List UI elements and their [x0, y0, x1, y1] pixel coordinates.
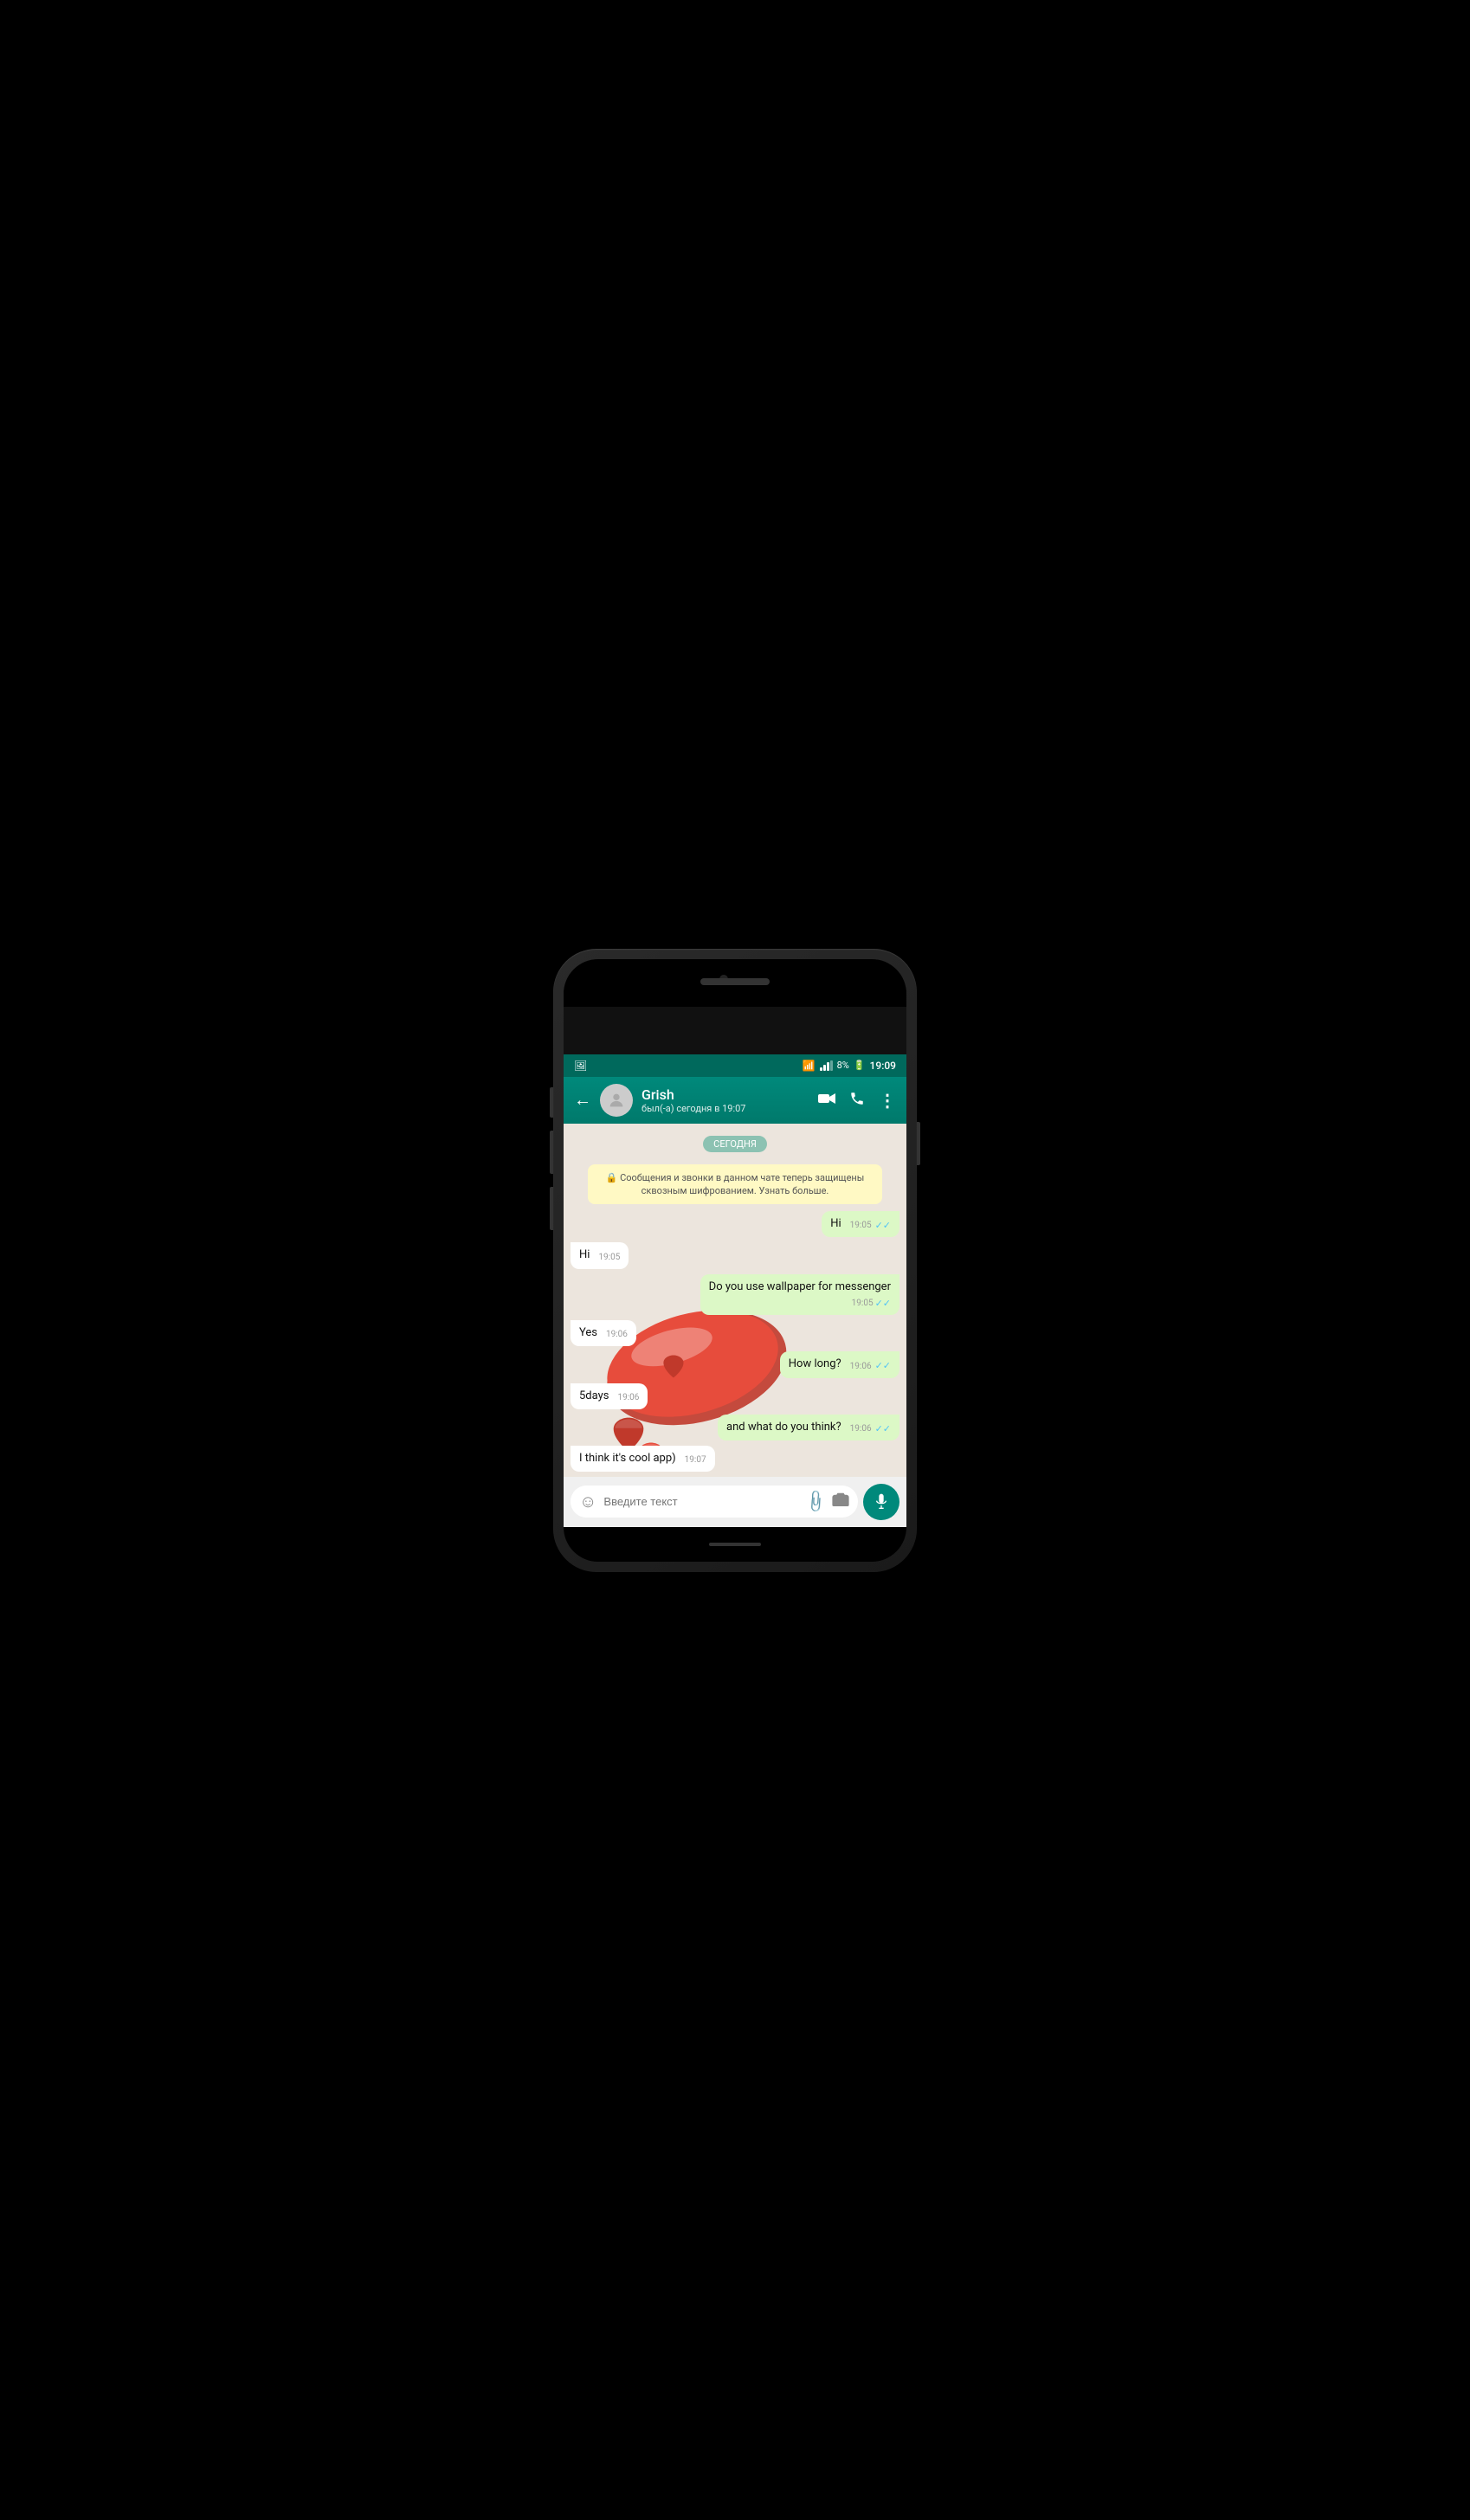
speaker-grille [700, 978, 770, 985]
status-right-area: 📶 8% 🔋 19:09 [803, 1060, 896, 1072]
message-row: and what do you think? 19:06 ✓✓ [571, 1415, 899, 1440]
message-input[interactable] [603, 1495, 798, 1508]
messages-container: СЕГОДНЯ 🔒 Сообщения и звонки в данном ча… [571, 1132, 899, 1474]
contact-avatar[interactable] [600, 1084, 633, 1117]
silent-button[interactable] [550, 1187, 553, 1230]
message-text: Yes [579, 1325, 597, 1341]
message-row: I think it's cool app) 19:07 [571, 1446, 899, 1472]
message-bubble: and what do you think? 19:06 ✓✓ [718, 1415, 899, 1440]
message-time: 19:05 [598, 1252, 620, 1264]
message-time: 19:05 [852, 1298, 874, 1310]
menu-button[interactable]: ⋮ [879, 1090, 896, 1111]
message-bubble: Hi 19:05 ✓✓ [822, 1211, 899, 1237]
message-text: Do you use wallpaper for messenger [709, 1280, 891, 1293]
read-receipt: ✓✓ [875, 1219, 891, 1232]
back-button[interactable]: ← [574, 1089, 591, 1111]
attachment-button[interactable]: 📎 [802, 1488, 828, 1515]
clock: 19:09 [870, 1060, 896, 1072]
message-row: How long? 19:06 ✓✓ [571, 1351, 899, 1377]
message-text: Hi [830, 1216, 841, 1232]
battery-icon: 🔋 [854, 1060, 866, 1071]
read-receipt: ✓✓ [875, 1359, 891, 1372]
message-bubble: 5days 19:06 [571, 1383, 648, 1409]
contact-status: был(-а) сегодня в 19:07 [642, 1103, 809, 1114]
wifi-icon: 📶 [803, 1060, 816, 1072]
contact-name: Grish [642, 1086, 809, 1103]
phone-screen: 🖼 📶 8% 🔋 19:09 ← [564, 959, 906, 1562]
chat-area: СЕГОДНЯ 🔒 Сообщения и звонки в данном ча… [564, 1124, 906, 1477]
chat-header: ← Grish был(-а) сегодня в 19:07 [564, 1077, 906, 1124]
read-receipt: ✓✓ [875, 1297, 891, 1310]
message-text: How long? [789, 1357, 841, 1372]
signal-icon [820, 1060, 833, 1071]
message-time: 19:07 [685, 1454, 706, 1466]
message-bubble: Do you use wallpaper for messenger 19:05… [700, 1274, 899, 1316]
message-input-wrap: ☺ 📎 [571, 1486, 858, 1518]
bottom-nav [564, 1527, 906, 1562]
notification-icon: 🖼 [574, 1060, 587, 1072]
header-actions: ⋮ [818, 1090, 896, 1111]
battery-percent: 8% [837, 1060, 849, 1071]
message-bubble: Yes 19:06 [571, 1320, 636, 1346]
message-time: 19:06 [850, 1361, 872, 1373]
camera-button[interactable] [832, 1492, 849, 1511]
message-row: Do you use wallpaper for messenger 19:05… [571, 1274, 899, 1316]
volume-up-button[interactable] [550, 1087, 553, 1118]
message-time: 19:06 [617, 1392, 639, 1404]
message-time: 19:06 [606, 1329, 628, 1341]
contact-info[interactable]: Grish был(-а) сегодня в 19:07 [642, 1086, 809, 1114]
message-row: Hi 19:05 [571, 1242, 899, 1268]
call-button[interactable] [849, 1091, 865, 1110]
message-row: 5days 19:06 [571, 1383, 899, 1409]
emoji-button[interactable]: ☺ [579, 1491, 596, 1512]
app-screen: 🖼 📶 8% 🔋 19:09 ← [564, 1054, 906, 1562]
message-text: 5days [579, 1389, 609, 1404]
input-bar: ☺ 📎 [564, 1477, 906, 1527]
message-time: 19:05 [850, 1220, 872, 1232]
message-row: Yes 19:06 [571, 1320, 899, 1346]
power-button[interactable] [917, 1122, 920, 1165]
message-row: Hi 19:05 ✓✓ [571, 1211, 899, 1237]
status-bar: 🖼 📶 8% 🔋 19:09 [564, 1054, 906, 1077]
message-text: and what do you think? [726, 1420, 841, 1435]
date-badge: СЕГОДНЯ [703, 1136, 767, 1152]
read-receipt: ✓✓ [875, 1422, 891, 1435]
phone-device: 🖼 📶 8% 🔋 19:09 ← [553, 949, 917, 1572]
message-bubble: How long? 19:06 ✓✓ [780, 1351, 899, 1377]
message-bubble: I think it's cool app) 19:07 [571, 1446, 715, 1472]
message-bubble: Hi 19:05 [571, 1242, 629, 1268]
message-time: 19:06 [850, 1423, 872, 1435]
video-call-button[interactable] [818, 1092, 835, 1108]
message-text: Hi [579, 1247, 590, 1263]
home-indicator [709, 1543, 761, 1546]
status-left-icons: 🖼 [574, 1060, 587, 1072]
encryption-notice: 🔒 Сообщения и звонки в данном чате тепер… [588, 1164, 882, 1205]
mic-button[interactable] [863, 1484, 899, 1520]
message-text: I think it's cool app) [579, 1451, 676, 1466]
volume-down-button[interactable] [550, 1131, 553, 1174]
